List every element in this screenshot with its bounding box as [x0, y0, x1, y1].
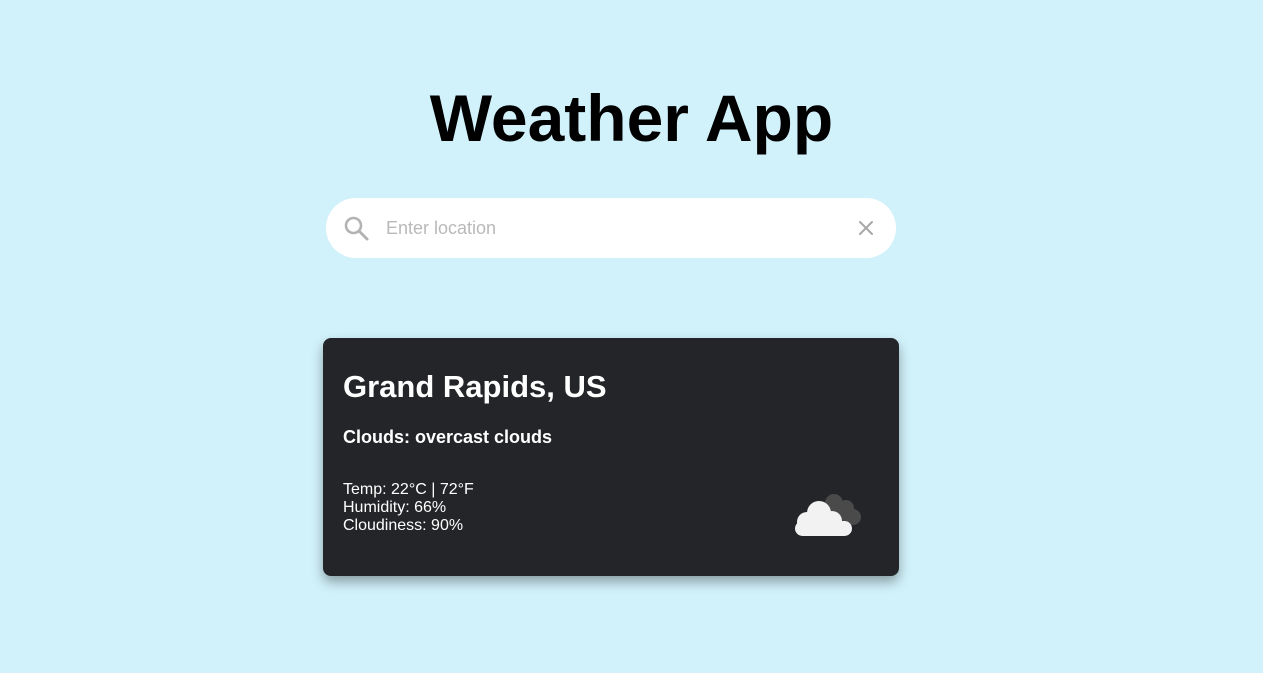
- close-icon[interactable]: [857, 219, 875, 237]
- location-name: Grand Rapids, US: [343, 369, 607, 404]
- location-search-input[interactable]: [386, 208, 836, 248]
- weather-description: Clouds: overcast clouds: [343, 427, 553, 447]
- cloudiness-text: Cloudiness: 90%: [343, 517, 464, 534]
- temperature-text: Temp: 22°C | 72°F: [343, 481, 474, 498]
- search-icon[interactable]: [343, 215, 369, 241]
- weather-stats: Temp: 22°C | 72°F Humidity: 66% Cloudine…: [343, 481, 474, 535]
- weather-card: Grand Rapids, US Clouds: overcast clouds…: [323, 338, 899, 576]
- humidity-text: Humidity: 66%: [343, 499, 447, 516]
- page-title: Weather App: [429, 81, 834, 155]
- overcast-clouds-icon: [793, 491, 865, 539]
- search-bar: [326, 198, 896, 258]
